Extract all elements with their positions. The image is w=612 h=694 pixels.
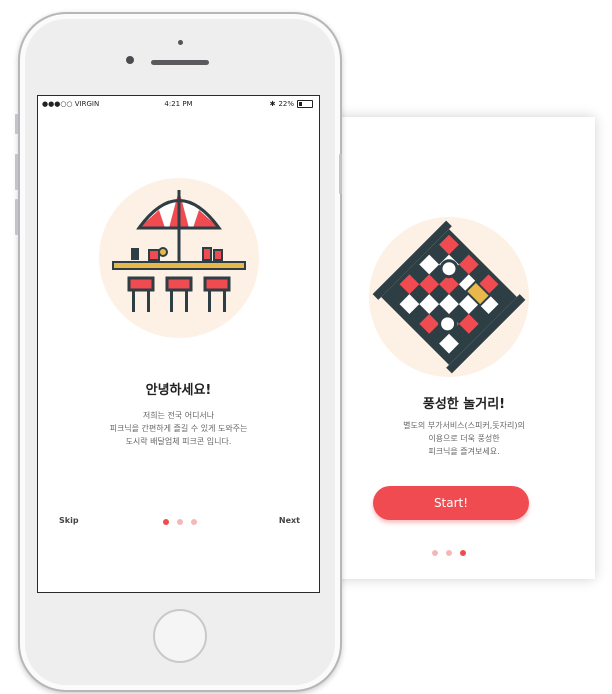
page-dot[interactable] (432, 550, 438, 556)
start-button[interactable]: Start! (373, 486, 529, 520)
status-bar: ●●●○○ VIRGIN 4:21 PM ✱ 22% (38, 100, 319, 112)
battery-icon (297, 100, 313, 108)
battery-label: 22% (278, 100, 294, 108)
screen2-title: 풍성한 놀거리! (422, 397, 506, 412)
skip-button[interactable]: Skip (59, 516, 79, 525)
onboarding-screen-2: 풍성한 놀거리! 별도의 부가서비스(스피커,돗자리)의 이용으로 더욱 풍성한… (333, 117, 595, 579)
next-button[interactable]: Next (279, 516, 300, 525)
power-button (339, 154, 342, 194)
page-indicator (432, 550, 466, 556)
page-dot[interactable] (191, 519, 197, 525)
earpiece-speaker (151, 60, 209, 65)
page-dot-active[interactable] (163, 519, 169, 525)
bluetooth-icon: ✱ (269, 100, 276, 108)
page-dot[interactable] (177, 519, 183, 525)
game-board-illustration (369, 217, 529, 377)
picnic-table-illustration (99, 178, 259, 338)
sensor-dot (178, 40, 183, 45)
volume-up-button (15, 154, 18, 190)
front-camera (126, 56, 134, 64)
volume-down-button (15, 199, 18, 235)
mute-switch (15, 114, 18, 134)
onboarding-screen-1: ●●●○○ VIRGIN 4:21 PM ✱ 22% 안녕하세요! 저희는 전국… (37, 95, 320, 593)
screen1-title: 안녕하세요! (145, 383, 212, 398)
home-button[interactable] (153, 609, 207, 663)
page-dot[interactable] (446, 550, 452, 556)
page-dot-active[interactable] (460, 550, 466, 556)
page-indicator (163, 519, 197, 525)
screen1-description: 저희는 전국 어디서나 피크닉을 간편하게 즐길 수 있게 도와주는 도시락 배… (109, 411, 248, 446)
screen2-description: 별도의 부가서비스(스피커,돗자리)의 이용으로 더욱 풍성한 피크닉을 즐겨보… (403, 421, 525, 456)
